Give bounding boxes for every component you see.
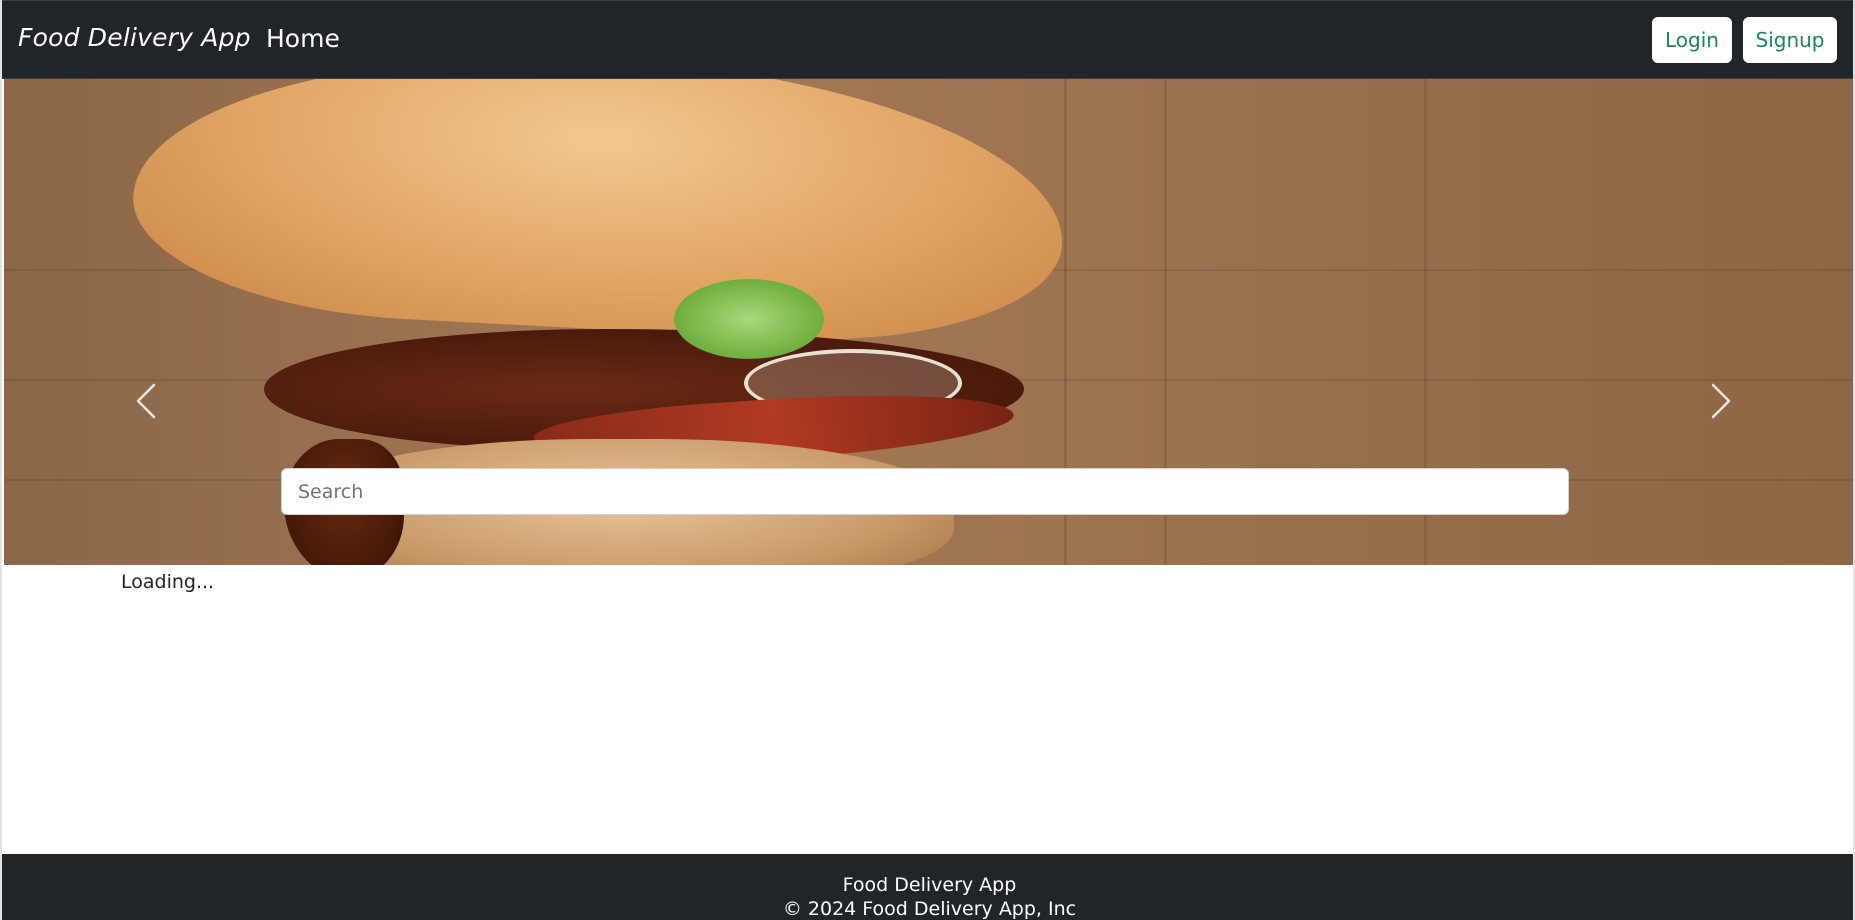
top-navbar: Food Delivery App Home Login Signup: [2, 0, 1853, 79]
carousel-next-button[interactable]: [1701, 379, 1741, 423]
brand-logo[interactable]: Food Delivery App: [18, 23, 251, 52]
footer: Food Delivery App © 2024 Food Delivery A…: [2, 854, 1853, 920]
footer-copyright: © 2024 Food Delivery App, Inc: [782, 898, 1077, 920]
nav-link-home[interactable]: Home: [266, 24, 340, 53]
chevron-left-icon: [136, 383, 156, 419]
page-frame: Food Delivery App Home Login Signup Sear…: [0, 0, 1855, 920]
search-input[interactable]: [281, 468, 1569, 515]
carousel-prev-button[interactable]: [126, 379, 166, 423]
chevron-right-icon: [1711, 383, 1731, 419]
signup-button[interactable]: Signup: [1743, 17, 1837, 63]
login-button[interactable]: Login: [1652, 17, 1732, 63]
loading-text: Loading...: [121, 571, 215, 593]
footer-title: Food Delivery App: [842, 874, 1017, 896]
